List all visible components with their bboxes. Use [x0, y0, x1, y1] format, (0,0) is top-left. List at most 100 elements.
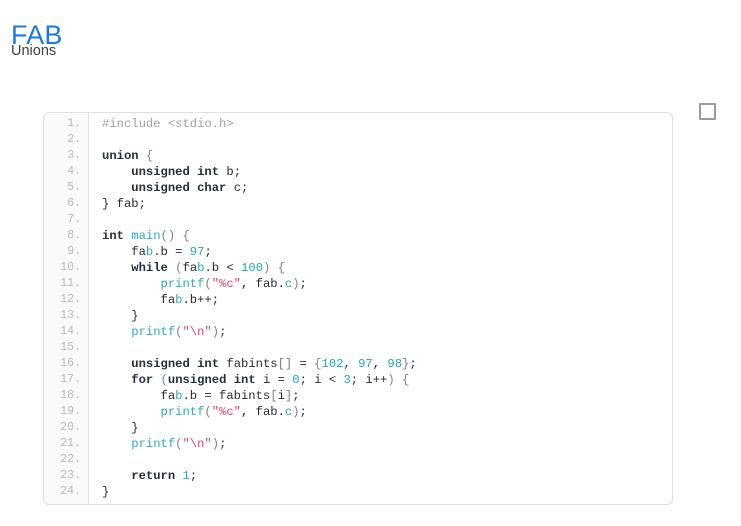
code-token: unsigned: [131, 165, 190, 179]
code-token: ,: [343, 357, 359, 371]
code-token: i: [277, 389, 285, 403]
code-token: ;: [189, 469, 198, 483]
code-token: c;: [226, 181, 249, 195]
code-token: ;: [299, 277, 307, 291]
code-token: ;: [409, 357, 417, 371]
code-line: }: [102, 420, 672, 436]
line-number: 11.: [60, 277, 81, 290]
line-number: 15.: [60, 341, 81, 354]
code-content[interactable]: #include <stdio.h> union { unsigned int …: [89, 113, 672, 504]
code-token: "%c": [211, 405, 241, 419]
line-number-gutter: 1. 2. 3. 4. 5. 6. 7. 8. 9. 10. 11. 12. 13. 14. 15. 16. 1…: [44, 113, 89, 504]
code-token: []: [277, 357, 293, 371]
code-token: return: [131, 469, 176, 483]
code-token: ;: [219, 437, 227, 451]
code-token: .b = fabints: [182, 389, 271, 403]
line-number: 17.: [60, 373, 81, 386]
line-number: 14.: [60, 325, 81, 338]
toggle-checkbox[interactable]: [699, 103, 716, 120]
line-number: 3.: [67, 149, 81, 162]
code-line: #include <stdio.h>: [102, 116, 672, 132]
code-token: {: [402, 373, 410, 387]
code-token: fa: [102, 389, 176, 403]
code-token: {: [145, 149, 154, 163]
code-token: int: [233, 373, 256, 387]
code-token: 98: [387, 357, 403, 371]
code-token: ): [211, 437, 220, 451]
code-token: fabints: [219, 357, 278, 371]
code-line: fab.b = 97;: [102, 244, 672, 260]
code-token: "\n": [182, 325, 212, 339]
code-token: ; i++: [350, 373, 388, 387]
code-line: fab.b++;: [102, 292, 672, 308]
code-token: .b =: [153, 245, 190, 259]
code-token: "%c": [211, 277, 241, 291]
code-token: ): [387, 373, 395, 387]
line-number: 22.: [60, 453, 81, 466]
line-number: 19.: [60, 405, 81, 418]
code-token: {: [314, 357, 322, 371]
code-token: for: [131, 373, 154, 387]
code-token: .b++;: [182, 293, 220, 307]
code-line: } fab;: [102, 196, 672, 212]
code-token: ): [292, 277, 300, 291]
line-number: 6.: [67, 197, 81, 210]
code-token: ;: [299, 405, 307, 419]
code-token: ): [292, 405, 300, 419]
code-token: fa: [102, 245, 146, 259]
code-token: ;: [204, 245, 212, 259]
code-token: ;: [292, 389, 300, 403]
code-line: unsigned int b;: [102, 164, 672, 180]
code-line: while (fab.b < 100) {: [102, 260, 672, 276]
code-line: printf("\n");: [102, 324, 672, 340]
code-line: printf("%c", fab.c);: [102, 404, 672, 420]
code-token: #include <stdio.h>: [102, 117, 234, 131]
line-number: 7.: [67, 213, 81, 226]
code-token: 102: [321, 357, 344, 371]
line-number: 24.: [60, 485, 81, 498]
code-line: }: [102, 484, 672, 500]
code-token: char: [197, 181, 227, 195]
page-subtitle: Unions: [11, 43, 57, 59]
line-number: 20.: [60, 421, 81, 434]
code-line: unsigned char c;: [102, 180, 672, 196]
code-block: 1. 2. 3. 4. 5. 6. 7. 8. 9. 10. 11. 12. 13. 14. 15. 16. 1…: [43, 112, 673, 505]
code-token: printf: [131, 437, 176, 451]
code-token: (: [204, 405, 212, 419]
code-token: 100: [241, 261, 264, 275]
code-token: 3: [343, 373, 351, 387]
line-number: 13.: [60, 309, 81, 322]
line-number: 12.: [60, 293, 81, 306]
code-token: (: [204, 277, 212, 291]
code-token: 97: [189, 245, 205, 259]
code-token: ): [211, 325, 220, 339]
code-token: [: [270, 389, 278, 403]
code-token: b;: [219, 165, 242, 179]
code-token: int: [197, 165, 220, 179]
line-number: 2.: [67, 133, 81, 146]
code-token: int: [102, 229, 124, 243]
code-token: ,: [372, 357, 388, 371]
code-token: i =: [255, 373, 293, 387]
code-token: }: [102, 421, 139, 435]
code-line: printf("%c", fab.c);: [102, 276, 672, 292]
code-line: for (unsigned int i = 0; i < 3; i++) {: [102, 372, 672, 388]
code-token: }: [102, 309, 139, 323]
code-line: unsigned int fabints[] = {102, 97, 98};: [102, 356, 672, 372]
code-token: ;: [219, 325, 227, 339]
code-token: fa: [182, 261, 198, 275]
code-line: union {: [102, 148, 672, 164]
code-line: int main() {: [102, 228, 672, 244]
